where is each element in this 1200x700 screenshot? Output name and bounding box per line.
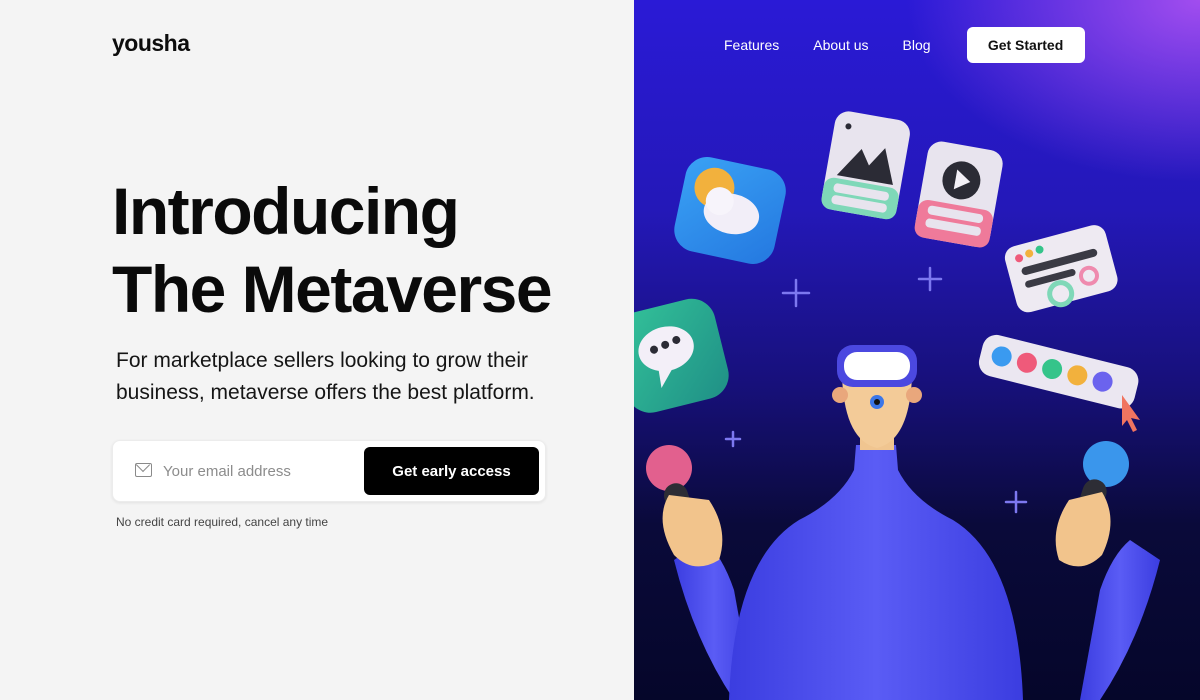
hero-illustration-panel [634, 0, 1200, 700]
hero-subtitle: For marketplace sellers looking to grow … [116, 349, 535, 404]
brand-logo[interactable]: yousha [112, 30, 190, 57]
get-early-access-button[interactable]: Get early access [364, 447, 539, 495]
nav-link-about-us[interactable]: About us [813, 27, 868, 63]
get-started-button[interactable]: Get Started [966, 27, 1085, 63]
headline-line-1: Introducing [112, 174, 460, 248]
metaverse-illustration [634, 111, 1160, 700]
email-input[interactable] [163, 455, 358, 487]
weather-app-icon [674, 157, 786, 264]
nav-link-blog[interactable]: Blog [903, 27, 931, 63]
mail-icon [135, 463, 152, 477]
ui-card-icon [1004, 225, 1118, 313]
chat-app-icon [634, 298, 729, 413]
headline-line-2: The Metaverse [112, 252, 553, 326]
hero-headline: Introducing The Metaverse [112, 172, 553, 328]
color-palette-icon [978, 334, 1139, 409]
email-signup-form: Get early access [112, 440, 546, 502]
signup-note: No credit card required, cancel any time [116, 515, 329, 529]
video-card-icon [914, 141, 1003, 248]
nav-link-features[interactable]: Features [724, 27, 779, 63]
main-nav: Features About us Blog Get Started [724, 27, 1085, 63]
image-card-icon [821, 111, 910, 220]
